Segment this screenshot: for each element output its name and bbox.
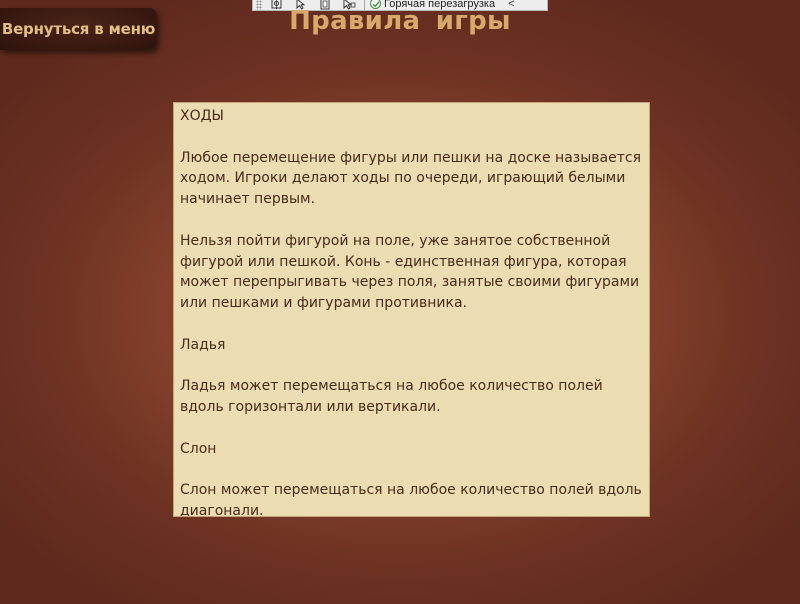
rules-paragraph (180, 418, 643, 439)
rules-paragraph (180, 127, 643, 148)
rules-paragraph: Любое перемещение фигуры или пешки на до… (180, 149, 646, 208)
rules-paragraph: Ладья (180, 336, 226, 353)
page-title: Правила игры (289, 6, 511, 36)
rules-paragraph: Слон может перемещаться на любое количес… (180, 482, 647, 517)
rules-paragraph (180, 314, 643, 335)
rules-paragraph: Нельзя пойти фигурой на поле, уже занято… (180, 232, 644, 312)
rules-paragraph (180, 210, 643, 231)
rules-paragraph: Слон (180, 440, 217, 457)
rules-paragraph: ХОДЫ (180, 108, 224, 124)
rules-paragraph (180, 460, 643, 481)
rules-paragraph: Ладья может перемещаться на любое количе… (180, 378, 608, 416)
rules-text-panel[interactable]: ХОДЫ Любое перемещение фигуры или пешки … (173, 102, 650, 517)
rules-paragraph (180, 356, 643, 377)
